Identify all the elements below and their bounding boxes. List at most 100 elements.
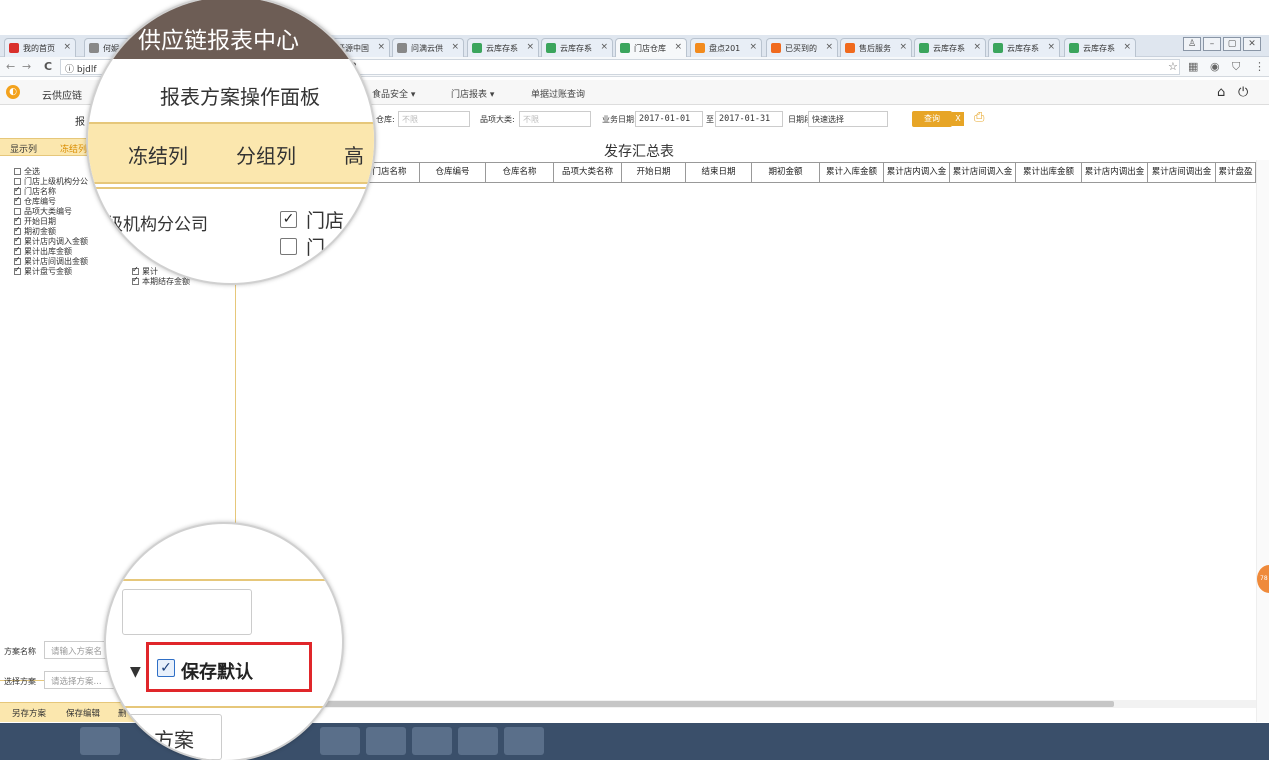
close-window-icon[interactable]: ✕ xyxy=(1243,37,1261,51)
checkbox-checked-icon[interactable] xyxy=(14,195,21,205)
menu-food-safety[interactable]: 食品安全 ▾ xyxy=(372,87,415,100)
forward-icon[interactable]: → xyxy=(22,60,31,73)
tab-frozen-columns[interactable]: 冻结列 xyxy=(60,142,87,155)
column-header[interactable]: 结束日期 xyxy=(686,163,752,182)
checkbox-checked-icon[interactable] xyxy=(14,225,21,235)
back-icon[interactable]: ← xyxy=(6,60,15,73)
browser-tab[interactable]: 云库存系 × xyxy=(988,38,1060,57)
zoomed-tab-advanced[interactable]: 高 xyxy=(344,140,364,169)
zoomed-checkbox-store[interactable]: ✓ xyxy=(280,211,297,228)
save-edit-button[interactable]: 保存编辑 xyxy=(66,707,100,719)
reload-icon[interactable]: C xyxy=(44,60,52,73)
save-as-scheme-button[interactable]: 另存方案 xyxy=(12,707,46,719)
menu-posting-query[interactable]: 单据过账查询 xyxy=(531,87,585,100)
period-select[interactable]: 快速选择 xyxy=(808,111,888,127)
menu-store-reports[interactable]: 门店报表 ▾ xyxy=(451,87,494,100)
scrollbar-thumb[interactable] xyxy=(236,701,1114,707)
bookmark-star-icon[interactable]: ☆ xyxy=(1168,60,1178,73)
checkbox-checked-icon[interactable] xyxy=(132,265,139,275)
browser-tab[interactable]: 云库存系 × xyxy=(541,38,613,57)
column-header[interactable]: 累计店间调入金 xyxy=(950,163,1016,182)
shield-icon[interactable]: ⛉ xyxy=(1232,60,1240,74)
category-input[interactable]: 不限 xyxy=(519,111,591,127)
vertical-scrollbar[interactable] xyxy=(1256,160,1269,722)
tab-display-columns[interactable]: 显示列 xyxy=(10,142,37,155)
checkbox-checked-icon[interactable] xyxy=(132,275,139,285)
column-checkbox[interactable]: 累计盘亏金额 xyxy=(14,265,72,277)
browser-tab[interactable]: 盘点201 × xyxy=(690,38,762,57)
zoomed-tab-group[interactable]: 分组列 xyxy=(236,140,296,169)
checkbox-checked-icon[interactable] xyxy=(14,265,21,275)
column-header[interactable]: 累计店间调出金 xyxy=(1148,163,1216,182)
tab-close-icon[interactable]: × xyxy=(973,42,981,52)
column-header[interactable]: 累计店内调入金 xyxy=(884,163,950,182)
column-header[interactable]: 仓库编号 xyxy=(420,163,486,182)
tab-close-icon[interactable]: × xyxy=(674,42,682,52)
checkbox-label: 累计出库金额 xyxy=(24,247,72,256)
tab-close-icon[interactable]: × xyxy=(600,42,608,52)
browser-tab[interactable]: 云库存系 × xyxy=(1064,38,1136,57)
checkbox-checked-icon[interactable] xyxy=(14,235,21,245)
save-default-checkbox[interactable]: ✓ xyxy=(157,659,175,677)
zoomed-tab-frozen[interactable]: 冻结列 xyxy=(128,140,188,169)
checkbox-unchecked-icon[interactable] xyxy=(14,178,21,185)
column-header[interactable]: 期初金额 xyxy=(752,163,820,182)
column-header[interactable]: 累计入库金额 xyxy=(820,163,884,182)
column-header[interactable]: 累计盘盈 xyxy=(1216,163,1256,182)
browser-tab[interactable]: 云库存系 × xyxy=(467,38,539,57)
taskbar-app-icon[interactable] xyxy=(458,727,498,755)
checkbox-checked-icon[interactable] xyxy=(14,185,21,195)
excel-export-icon[interactable]: X xyxy=(952,112,964,126)
column-header[interactable]: 仓库名称 xyxy=(486,163,554,182)
checkbox-checked-icon[interactable] xyxy=(14,215,21,225)
warehouse-input[interactable]: 不限 xyxy=(398,111,470,127)
tab-close-icon[interactable]: × xyxy=(1123,42,1131,52)
browser-menu-icon[interactable]: ⋮ xyxy=(1254,60,1265,73)
tab-close-icon[interactable]: × xyxy=(526,42,534,52)
browser-tab[interactable]: 已买到的 × xyxy=(766,38,838,57)
browser-tab[interactable]: 售后服务 × xyxy=(840,38,912,57)
column-header[interactable]: 累计出库金额 xyxy=(1016,163,1082,182)
query-button[interactable]: 查询 xyxy=(912,111,952,127)
browser-tab[interactable]: 门店仓库 × xyxy=(615,38,687,57)
extension-icon-2[interactable]: ◉ xyxy=(1210,60,1220,73)
tab-close-icon[interactable]: × xyxy=(899,42,907,52)
tab-close-icon[interactable]: × xyxy=(451,42,459,52)
column-header[interactable]: 累计店内调出金 xyxy=(1082,163,1148,182)
zoomed-checkbox-unchecked[interactable] xyxy=(280,238,297,255)
tab-close-icon[interactable]: × xyxy=(1047,42,1055,52)
column-header[interactable]: 品项大类名称 xyxy=(554,163,622,182)
checkbox-unchecked-icon[interactable] xyxy=(14,168,21,175)
browser-tab[interactable]: 我的首页 × xyxy=(4,38,76,57)
power-icon[interactable]: ⏻ xyxy=(1238,85,1248,100)
home-icon[interactable]: ⌂ xyxy=(1217,85,1225,100)
browser-tab[interactable]: 问满云供 × xyxy=(392,38,464,57)
taskbar-app-icon[interactable] xyxy=(504,727,544,755)
column-checkbox[interactable]: 本期结存金额 xyxy=(132,275,190,287)
column-header[interactable]: 开始日期 xyxy=(622,163,686,182)
site-info-icon[interactable]: ⓘ xyxy=(65,65,74,75)
checkbox-checked-icon[interactable] xyxy=(14,255,21,265)
date-from-input[interactable]: 2017-01-01 xyxy=(635,111,703,127)
print-icon[interactable]: ⎙ xyxy=(974,110,984,125)
date-to-input[interactable]: 2017-01-31 xyxy=(715,111,783,127)
minimize-icon[interactable]: – xyxy=(1203,37,1221,51)
tab-close-icon[interactable]: × xyxy=(749,42,757,52)
taskbar-app-icon[interactable] xyxy=(366,727,406,755)
horizontal-scrollbar[interactable] xyxy=(236,700,1256,708)
tab-label: 云库存系 xyxy=(1007,44,1039,53)
taskbar-app-icon[interactable] xyxy=(412,727,452,755)
profile-icon[interactable]: ♙ xyxy=(1183,37,1201,51)
zoomed-scheme-input[interactable] xyxy=(122,589,252,635)
extension-icon[interactable]: ▦ xyxy=(1188,60,1198,73)
browser-tab[interactable]: 云库存系 × xyxy=(914,38,986,57)
tab-close-icon[interactable]: × xyxy=(825,42,833,52)
dropdown-arrow-icon[interactable]: ▼ xyxy=(130,664,141,680)
tab-close-icon[interactable]: × xyxy=(377,42,385,52)
maximize-icon[interactable]: ▢ xyxy=(1223,37,1241,51)
checkbox-unchecked-icon[interactable] xyxy=(14,208,21,215)
tab-close-icon[interactable]: × xyxy=(63,42,71,52)
taskbar-app-icon[interactable] xyxy=(80,727,120,755)
checkbox-checked-icon[interactable] xyxy=(14,245,21,255)
taskbar-app-icon[interactable] xyxy=(320,727,360,755)
